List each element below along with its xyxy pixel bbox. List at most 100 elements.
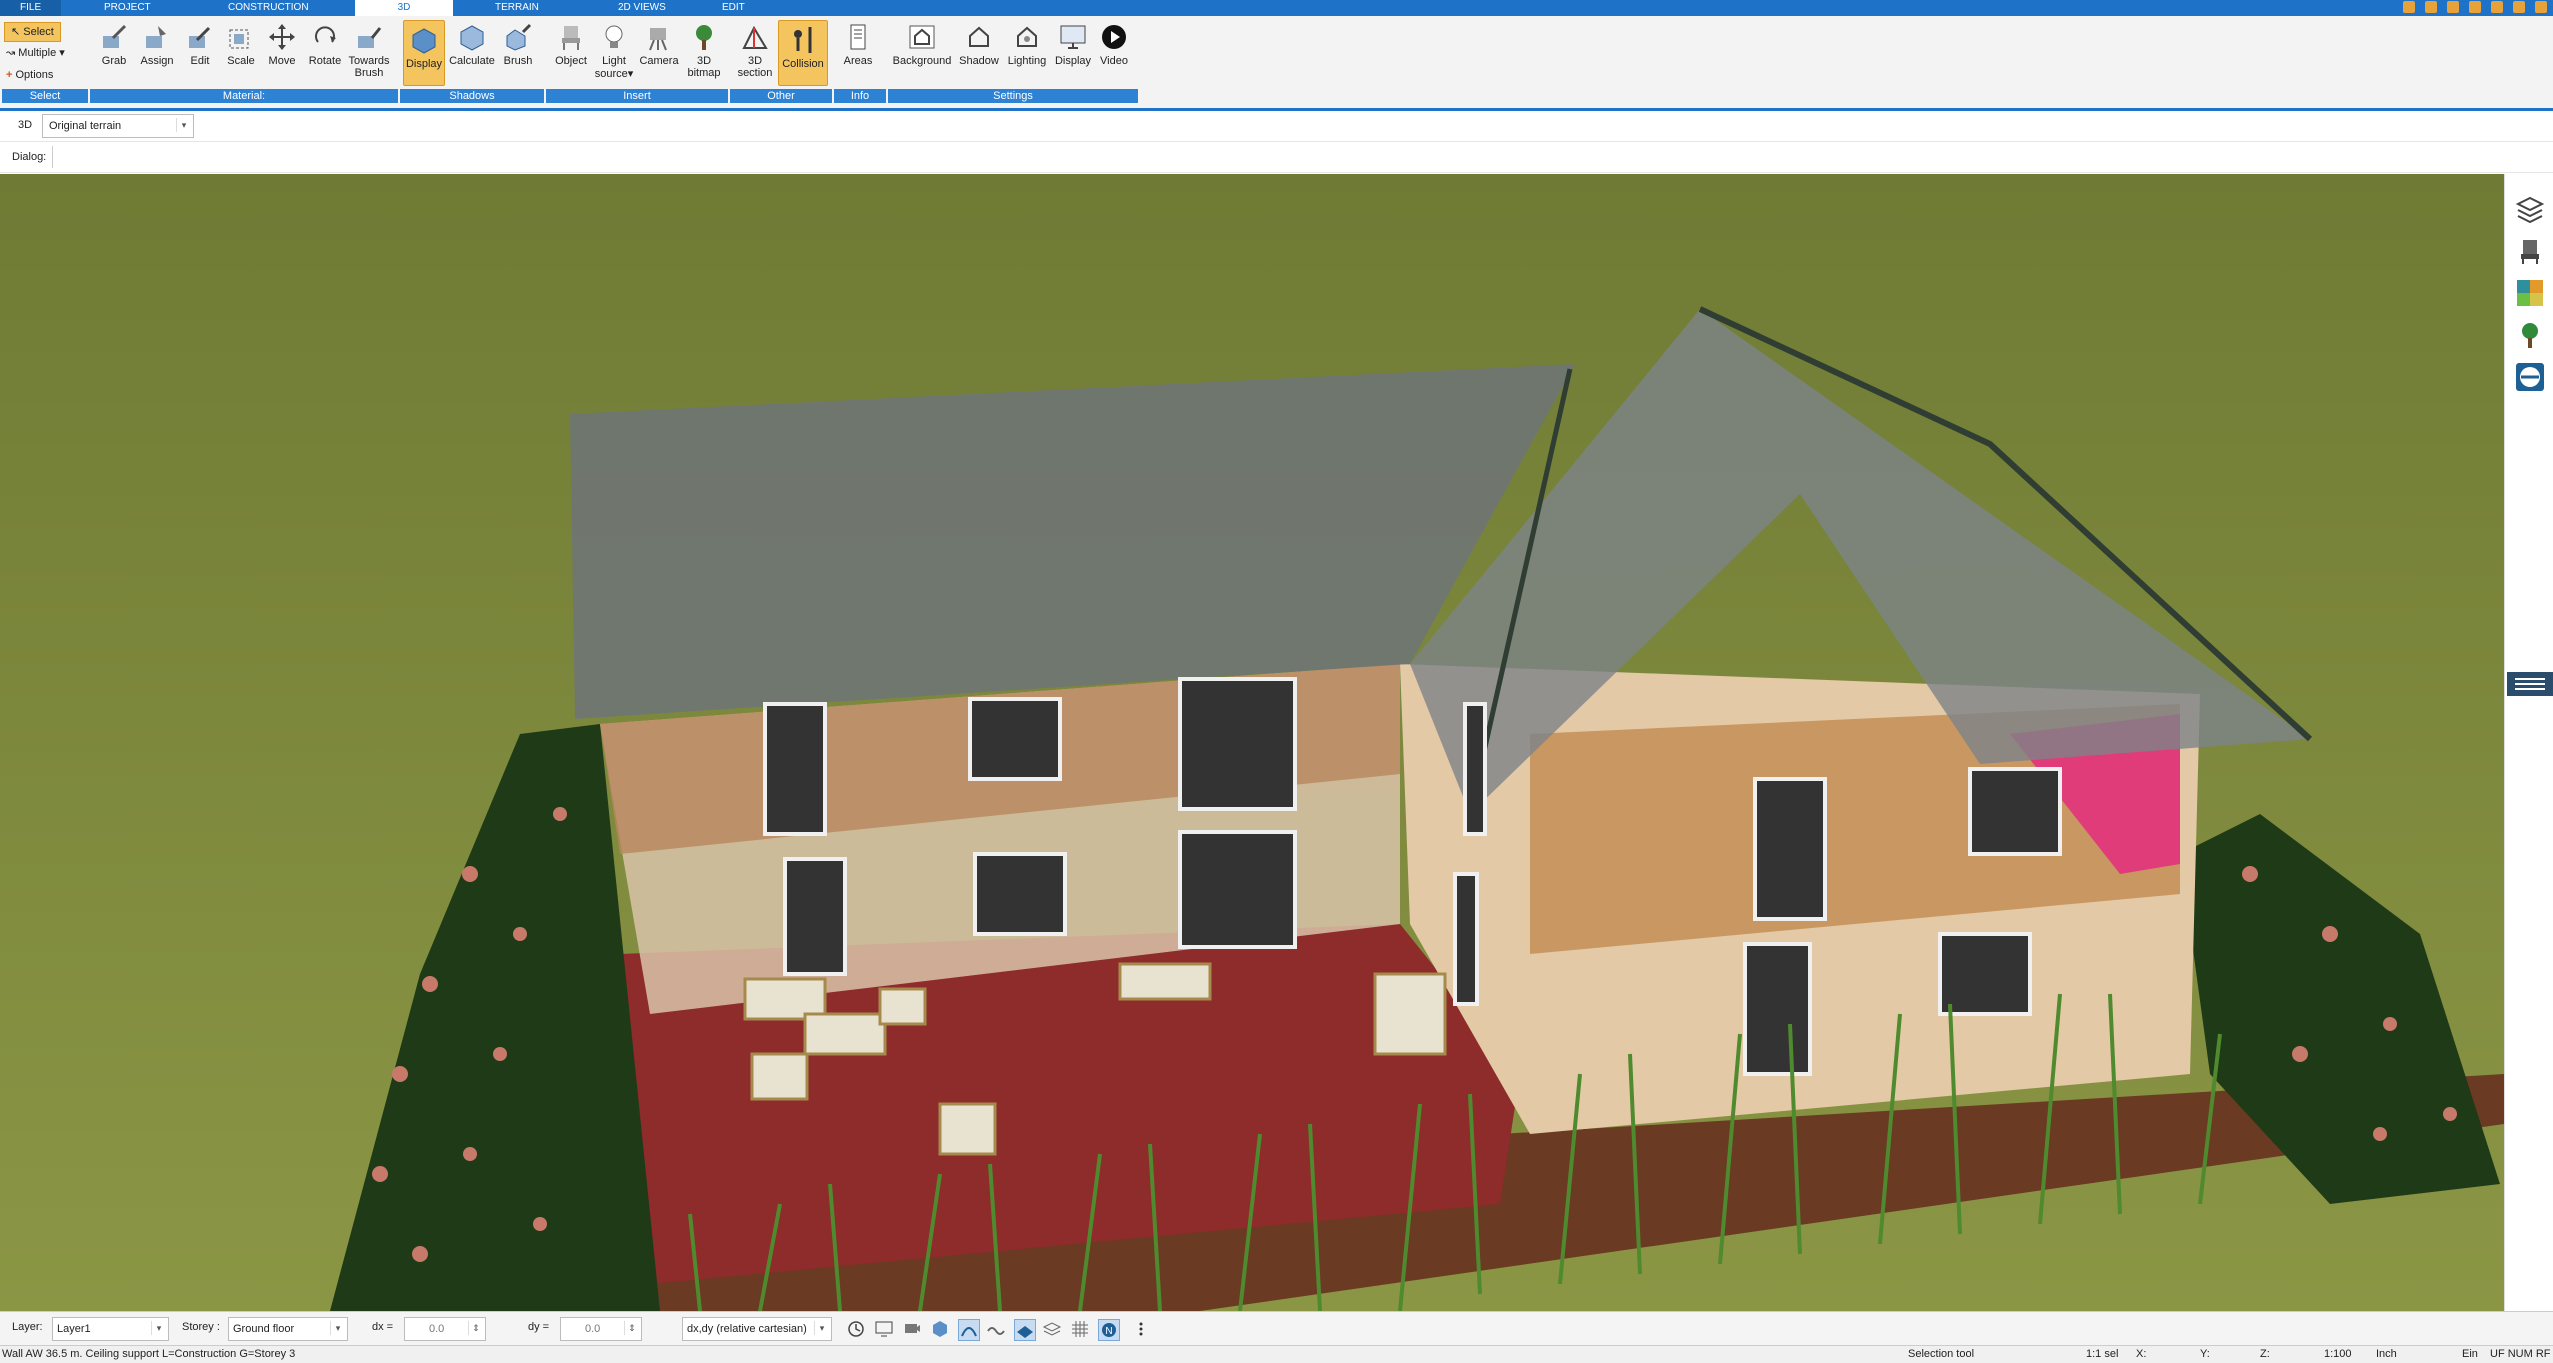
- insert-3d-bitmap-button[interactable]: 3D bitmap: [684, 22, 724, 79]
- clock-icon[interactable]: [846, 1319, 866, 1339]
- svg-text:N: N: [1105, 1326, 1112, 1337]
- tab-project[interactable]: PROJECT: [104, 0, 151, 16]
- dx-input[interactable]: 0.0 ⇕: [404, 1317, 486, 1341]
- tab-2d-views[interactable]: 2D VIEWS: [618, 0, 666, 16]
- pencil-icon: [189, 26, 211, 48]
- layer-label: Layer:: [12, 1321, 43, 1333]
- tab-file[interactable]: FILE: [0, 0, 62, 16]
- 3d-section-button[interactable]: 3D section: [735, 22, 775, 79]
- tools-icon[interactable]: [2403, 1, 2415, 13]
- chevron-down-icon: ▾: [814, 1321, 829, 1335]
- cube-brush-icon: [506, 23, 532, 51]
- status-scale: 1:100: [2324, 1348, 2352, 1360]
- status-y: Y:: [2200, 1348, 2210, 1360]
- shadow-calculate-button[interactable]: Calculate: [447, 22, 497, 67]
- layers-icon[interactable]: [2515, 194, 2545, 224]
- multiple-button[interactable]: ↝ Multiple ▾: [6, 44, 65, 62]
- status-unit: Inch: [2376, 1348, 2397, 1360]
- rotate-button[interactable]: Rotate: [305, 22, 345, 67]
- materials-icon[interactable]: [2515, 278, 2545, 308]
- stepper-icon[interactable]: ⇕: [468, 1321, 483, 1335]
- stepper-icon[interactable]: ⇕: [624, 1321, 639, 1335]
- options-button[interactable]: + Options: [6, 66, 53, 84]
- chevron-down-icon: ▾: [151, 1321, 166, 1335]
- chevron-down-icon: ▾: [176, 118, 191, 132]
- furniture-icon[interactable]: [2515, 236, 2545, 266]
- status-z: Z:: [2260, 1348, 2270, 1360]
- grab-button[interactable]: Grab: [96, 22, 132, 67]
- status-selection: 1:1 sel: [2086, 1348, 2119, 1360]
- plant-icon[interactable]: [2515, 320, 2545, 350]
- terrain-select[interactable]: Original terrain ▾: [42, 114, 194, 138]
- insert-camera-button[interactable]: Camera: [637, 22, 681, 67]
- towards-brush-button[interactable]: Towards Brush: [348, 22, 390, 79]
- settings-icon[interactable]: [2447, 1, 2459, 13]
- background-button[interactable]: Background: [890, 22, 954, 67]
- display-settings-button[interactable]: Display: [1052, 22, 1094, 67]
- storey-select[interactable]: Ground floor ▾: [228, 1317, 348, 1341]
- tab-3d[interactable]: 3D: [355, 0, 453, 16]
- tab-construction[interactable]: CONSTRUCTION: [228, 0, 309, 16]
- close-icon[interactable]: [2535, 1, 2547, 13]
- light-bulb-icon: [605, 25, 623, 48]
- select-button[interactable]: ↖ Select: [4, 22, 61, 42]
- camera-small-icon[interactable]: [902, 1319, 922, 1339]
- collision-button[interactable]: Collision: [778, 20, 828, 86]
- snap-layers-icon[interactable]: [1042, 1319, 1062, 1339]
- more-options-icon[interactable]: [1136, 1319, 1146, 1339]
- dx-label: dx =: [372, 1321, 394, 1333]
- areas-button[interactable]: Areas: [838, 22, 878, 67]
- status-ein: Ein: [2462, 1348, 2478, 1360]
- edit-button[interactable]: Edit: [182, 22, 218, 67]
- multiple-select-icon: ↝: [6, 47, 16, 59]
- view-direction-icon[interactable]: [2515, 362, 2545, 392]
- shadow-settings-button[interactable]: Shadow: [957, 22, 1001, 67]
- group-label-insert: Insert: [544, 89, 728, 103]
- layer-select[interactable]: Layer1 ▾: [52, 1317, 169, 1341]
- north-icon[interactable]: N: [1098, 1319, 1120, 1341]
- house-shadow-icon: [969, 26, 989, 47]
- shadow-display-button[interactable]: Display: [403, 20, 445, 86]
- ribbon-tab-bar: FILE PROJECT CONSTRUCTION 3D TERRAIN 2D …: [0, 0, 2553, 16]
- bottom-toolbar: Layer: Layer1 ▾ Storey : Ground floor ▾ …: [0, 1311, 2553, 1346]
- cube-calculate-icon: [460, 25, 484, 51]
- cube-small-icon[interactable]: [930, 1319, 950, 1339]
- scale-button[interactable]: Scale: [223, 22, 259, 67]
- rotate-icon: [315, 26, 336, 43]
- status-bar: Wall AW 36.5 m. Ceiling support L=Constr…: [0, 1345, 2553, 1363]
- insert-light-source-button[interactable]: Light source▾: [594, 22, 634, 80]
- monitor-small-icon[interactable]: [874, 1319, 894, 1339]
- tree-icon: [696, 25, 712, 50]
- video-button[interactable]: Video: [1096, 22, 1132, 67]
- snap-plane-icon[interactable]: [1014, 1319, 1036, 1341]
- insert-object-button[interactable]: Object: [551, 22, 591, 67]
- assign-button[interactable]: Assign: [137, 22, 177, 67]
- paint-assign-icon: [146, 26, 166, 48]
- tab-terrain[interactable]: TERRAIN: [495, 0, 539, 16]
- grid-icon[interactable]: [1070, 1319, 1090, 1339]
- dy-input[interactable]: 0.0 ⇕: [560, 1317, 642, 1341]
- play-icon: [1102, 25, 1126, 49]
- dialog-row: Dialog:: [0, 142, 2553, 173]
- snap-curve-icon[interactable]: [958, 1319, 980, 1341]
- chair-icon: [562, 26, 580, 50]
- move-arrows-icon: [269, 24, 295, 50]
- minimize-icon[interactable]: [2491, 1, 2503, 13]
- status-tool: Selection tool: [1908, 1348, 1975, 1360]
- coordinate-mode-select[interactable]: dx,dy (relative cartesian) ▾: [682, 1317, 832, 1341]
- section-icon: [742, 25, 768, 49]
- snap-wave-icon[interactable]: [986, 1319, 1006, 1339]
- shadow-brush-button[interactable]: Brush: [500, 22, 536, 67]
- help-icon[interactable]: [2469, 1, 2481, 13]
- 3d-viewport[interactable]: [0, 174, 2504, 1311]
- lighting-button[interactable]: Lighting: [1004, 22, 1050, 67]
- right-sidebar: [2504, 174, 2553, 1311]
- maximize-icon[interactable]: [2513, 1, 2525, 13]
- 3d-scene[interactable]: [0, 174, 2504, 1311]
- tab-edit[interactable]: EDIT: [722, 0, 745, 16]
- monitor-icon: [1060, 25, 1086, 49]
- sidebar-menu-icon[interactable]: [2507, 672, 2553, 696]
- move-button[interactable]: Move: [264, 22, 300, 67]
- window-icon[interactable]: [2425, 1, 2437, 13]
- brush-icon: [358, 27, 382, 48]
